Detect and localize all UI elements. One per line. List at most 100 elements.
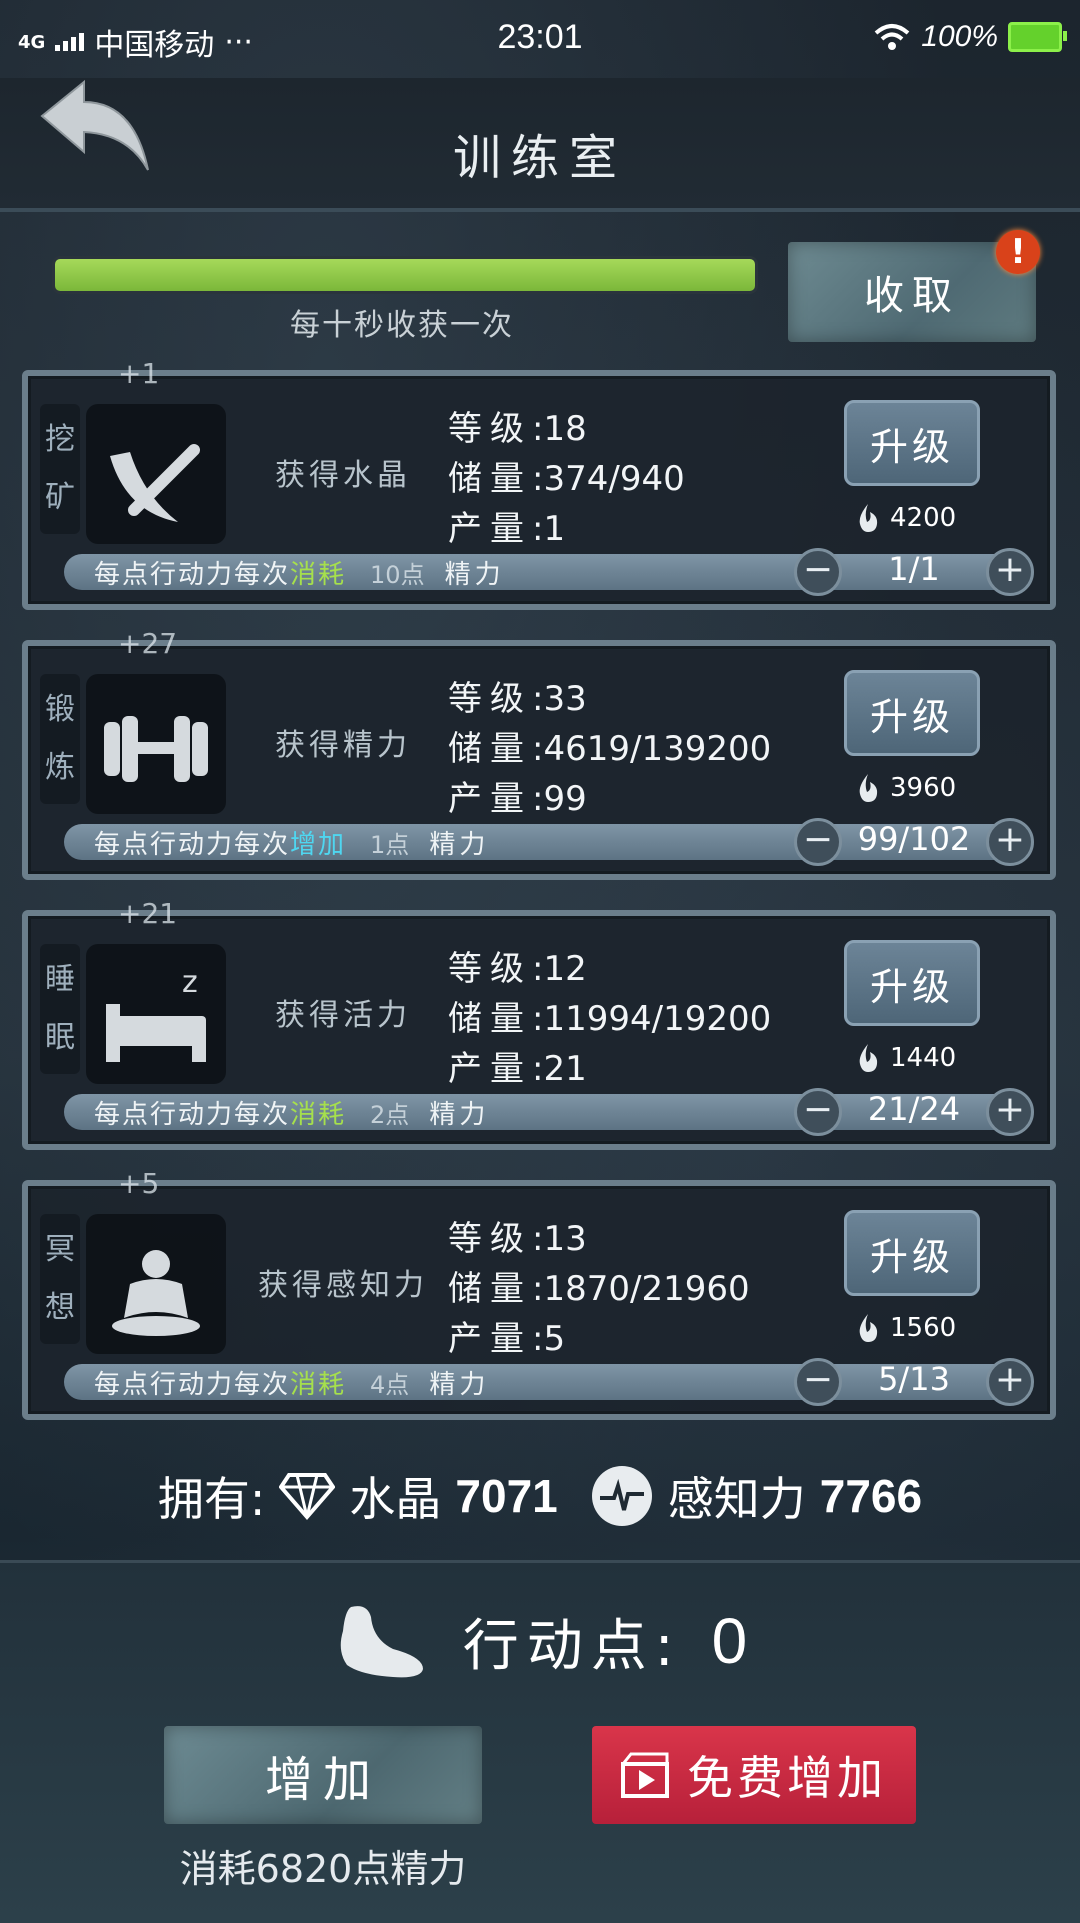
decrease-button[interactable]: − [794, 818, 842, 866]
stepper-count: 99/102 [857, 820, 971, 858]
bar-prefix: 每点行动力每次 [94, 1369, 291, 1400]
upgrade-cost: 1440 [854, 1042, 956, 1074]
cost-value: 3960 [890, 773, 957, 803]
decrease-button[interactable]: − [794, 1358, 842, 1406]
output-value: 1 [543, 509, 566, 549]
storage-key: 储量 [448, 729, 532, 769]
action-points: 行动点: 0 [0, 1596, 1080, 1686]
bar-action: 消耗 [290, 1369, 347, 1400]
storage-key: 储量 [448, 459, 532, 499]
upgrade-cost: 4200 [854, 502, 956, 534]
bar-resource: 精力 [429, 1369, 490, 1400]
bar-action: 消耗 [290, 559, 347, 590]
upgrade-cost: 3960 [854, 772, 956, 804]
upgrade-button[interactable]: 升级 [844, 670, 980, 756]
level-key: 等级 [448, 409, 532, 449]
floating-gain-text: +1 [118, 357, 160, 390]
card-side-label: 冥想 [40, 1214, 80, 1344]
flame-icon [859, 774, 878, 802]
output-key: 产量 [448, 1049, 532, 1089]
harvest-progress-bar [52, 256, 758, 294]
card-side-label: 挖矿 [40, 404, 80, 534]
floating-gain-text: +27 [118, 627, 178, 660]
free-add-label: 免费增加 [687, 1751, 887, 1805]
upgrade-button[interactable]: 升级 [844, 940, 980, 1026]
add-action-button[interactable]: 增加 [164, 1726, 482, 1824]
output-key: 产量 [448, 1319, 532, 1359]
bar-points: 4点 [370, 1370, 410, 1399]
output-value: 99 [543, 779, 587, 819]
training-card-meditation: 冥想 +5 获得感知力 等级:13 储量:1870/21960 产量:5 升级 … [22, 1170, 1056, 1420]
bed-icon: z [86, 944, 226, 1084]
decrease-button[interactable]: − [794, 548, 842, 596]
side-char-1: 睡 [45, 962, 75, 997]
quantity-stepper: − 21/24 + [794, 1088, 1034, 1136]
card-side-label: 锻炼 [40, 674, 80, 804]
bar-resource: 精力 [429, 1099, 490, 1130]
level-key: 等级 [448, 949, 532, 989]
upgrade-button[interactable]: 升级 [844, 1210, 980, 1296]
level-value: 18 [543, 409, 587, 449]
bar-points: 1点 [370, 830, 410, 859]
storage-key: 储量 [448, 1269, 532, 1309]
stepper-count: 1/1 [888, 550, 940, 588]
card-gain-label: 获得水晶 [275, 458, 411, 493]
stepper-count: 21/24 [867, 1090, 961, 1128]
increase-button[interactable]: + [986, 818, 1034, 866]
wifi-icon [874, 24, 910, 50]
stepper-count: 5/13 [878, 1360, 950, 1398]
harvest-progress-label: 每十秒收获一次 [290, 308, 514, 343]
perception-icon [591, 1466, 652, 1526]
bar-points: 10点 [370, 560, 425, 589]
side-char-2: 炼 [45, 750, 75, 785]
side-char-2: 矿 [45, 480, 75, 515]
owned-resources: 拥有: 水晶 7071 感知力 7766 [0, 1456, 1080, 1536]
pickaxe-icon [86, 404, 226, 544]
bar-prefix: 每点行动力每次 [94, 1099, 291, 1130]
level-key: 等级 [448, 679, 532, 719]
flame-icon [859, 1314, 878, 1342]
storage-value: 4619/139200 [543, 729, 772, 769]
floating-gain-text: +21 [118, 897, 178, 930]
card-side-label: 睡眠 [40, 944, 80, 1074]
output-key: 产量 [448, 779, 532, 819]
card-gain-label: 获得活力 [275, 998, 411, 1033]
card-stats: 等级:33 储量:4619/139200 产量:99 [448, 679, 772, 819]
dumbbell-icon [86, 674, 226, 814]
crystal-label: 水晶 [349, 1472, 442, 1526]
floating-gain-text: +5 [118, 1167, 160, 1200]
storage-value: 1870/21960 [543, 1269, 750, 1309]
flame-icon [859, 1044, 878, 1072]
storage-key: 储量 [448, 999, 532, 1039]
training-card-mining: 挖矿 +1 获得水晶 等级:18 储量:374/940 产量:1 升级 4200… [22, 360, 1056, 610]
upgrade-button[interactable]: 升级 [844, 400, 980, 486]
page-title: 训练室 [452, 130, 627, 186]
decrease-button[interactable]: − [794, 1088, 842, 1136]
cost-value: 4200 [890, 503, 957, 533]
level-value: 12 [543, 949, 587, 989]
increase-button[interactable]: + [986, 1088, 1034, 1136]
output-value: 21 [543, 1049, 587, 1089]
perception-value: 7766 [819, 1470, 923, 1522]
free-add-button[interactable]: 免费增加 [592, 1726, 916, 1824]
training-card-sleep: 睡眠 z +21 获得活力 等级:12 储量:11994/19200 产量:21… [22, 900, 1056, 1150]
card-stats: 等级:13 储量:1870/21960 产量:5 [448, 1219, 750, 1359]
cost-value: 1440 [890, 1043, 957, 1073]
bar-points: 2点 [370, 1100, 410, 1129]
output-key: 产量 [448, 509, 532, 549]
action-points-label: 行动点: [462, 1613, 682, 1679]
increase-button[interactable]: + [986, 548, 1034, 596]
side-char-2: 想 [45, 1290, 75, 1325]
quantity-stepper: − 99/102 + [794, 818, 1034, 866]
bar-resource: 精力 [429, 829, 490, 860]
quantity-stepper: − 1/1 + [794, 548, 1034, 596]
harvest-progress-fill [55, 259, 755, 291]
owned-label: 拥有: [157, 1472, 266, 1526]
level-value: 33 [543, 679, 587, 719]
crystal-value: 7071 [455, 1470, 558, 1522]
header: 训练室 [0, 78, 1080, 212]
level-value: 13 [543, 1219, 587, 1259]
storage-value: 11994/19200 [543, 999, 772, 1039]
increase-button[interactable]: + [986, 1358, 1034, 1406]
svg-text:z: z [182, 965, 198, 1000]
